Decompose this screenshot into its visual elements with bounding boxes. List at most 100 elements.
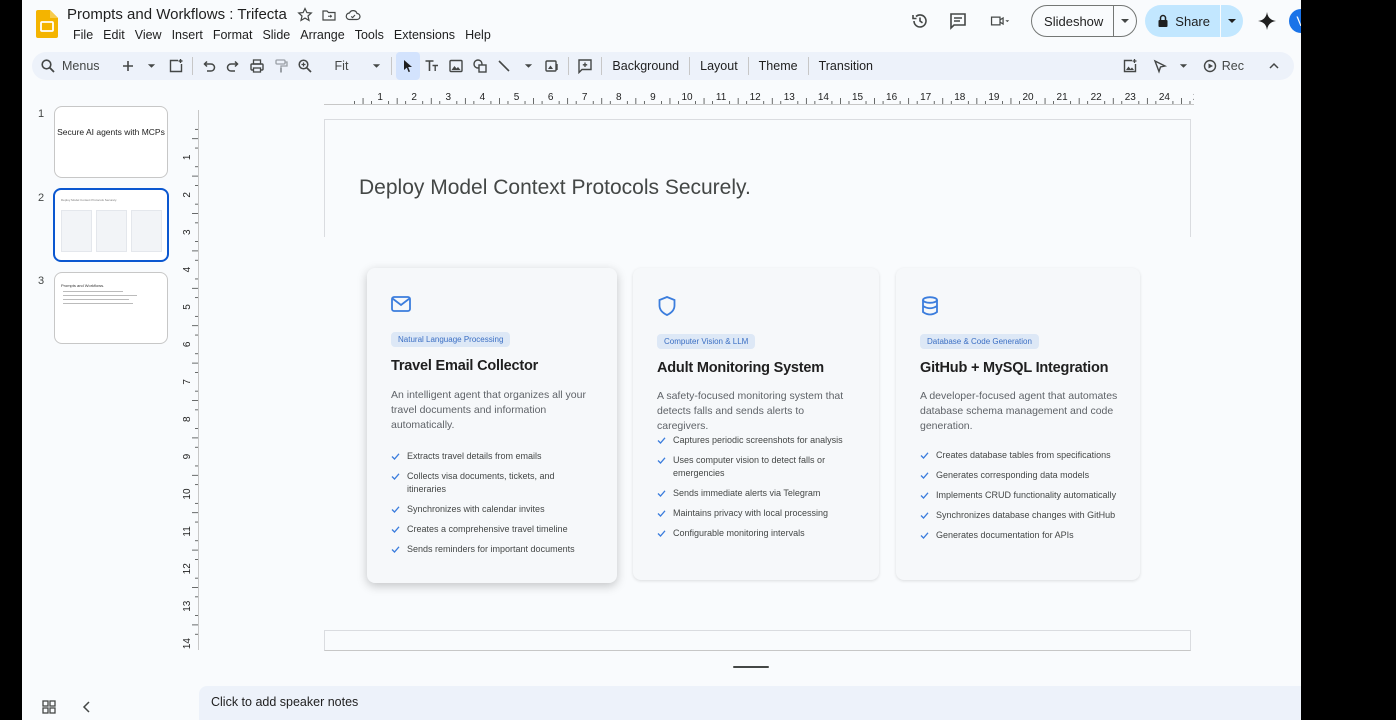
menu-extensions[interactable]: Extensions — [389, 26, 460, 44]
check-icon — [391, 453, 400, 460]
replace-image-button[interactable] — [540, 52, 564, 80]
pointer-dropdown[interactable] — [1172, 52, 1196, 80]
feature-card[interactable]: Computer Vision & LLM Adult Monitoring S… — [633, 268, 879, 580]
meet-button[interactable] — [977, 6, 1023, 36]
feature-card[interactable]: Database & Code Generation GitHub + MySQ… — [896, 268, 1140, 580]
undo-button[interactable] — [197, 52, 221, 80]
thumbnail-title: Deploy Model Context Protocols Securely. — [61, 198, 117, 202]
text-box-button[interactable] — [420, 52, 444, 80]
slides-logo-icon[interactable] — [36, 10, 58, 38]
vertical-ruler[interactable]: 1234567891011121314 — [182, 110, 199, 650]
check-icon — [391, 525, 400, 533]
slideshow-button[interactable]: Slideshow — [1031, 5, 1138, 37]
pointer-tool-button[interactable] — [1148, 52, 1172, 80]
check-icon — [657, 437, 666, 444]
import-slide-button[interactable] — [164, 52, 188, 80]
paint-format-button[interactable] — [269, 52, 293, 80]
feature-item: Generates documentation for APIs — [920, 529, 1125, 542]
menu-view[interactable]: View — [130, 26, 167, 44]
line-button[interactable] — [492, 52, 516, 80]
check-icon — [920, 492, 929, 499]
feature-item: Generates corresponding data models — [920, 469, 1125, 482]
menu-edit[interactable]: Edit — [98, 26, 130, 44]
ruler-number: 5 — [514, 92, 520, 103]
toolbar-divider — [601, 57, 603, 75]
menu-tools[interactable]: Tools — [350, 26, 389, 44]
history-icon — [912, 14, 927, 28]
menu-slide[interactable]: Slide — [257, 26, 295, 44]
slide-number: 1 — [38, 108, 45, 120]
select-tool-button[interactable] — [396, 52, 421, 80]
slide-thumbnail-2[interactable]: Deploy Model Context Protocols Securely. — [53, 188, 169, 262]
record-button[interactable]: Rec — [1196, 52, 1250, 80]
slide-thumbnail-3[interactable]: Prompts and Workflows. — [54, 272, 168, 344]
ruler-number: 4 — [480, 92, 486, 103]
horizontal-ruler[interactable]: 1234567891011121314151617181920212223242… — [324, 88, 1194, 105]
line-dropdown[interactable] — [516, 52, 540, 80]
insert-slide-image-button[interactable] — [1118, 52, 1142, 80]
move-folder-icon[interactable] — [321, 7, 337, 23]
feature-item: Creates a comprehensive travel timeline — [391, 523, 596, 536]
menu-arrange[interactable]: Arrange — [295, 26, 349, 44]
redo-button[interactable] — [221, 52, 245, 80]
slideshow-label[interactable]: Slideshow — [1032, 6, 1115, 36]
chevron-left-icon[interactable] — [80, 700, 94, 714]
ruler-number: 1 — [377, 92, 383, 103]
new-slide-button[interactable] — [116, 52, 140, 80]
toolbar-divider — [191, 57, 193, 75]
speaker-notes[interactable]: Click to add speaker notes — [199, 686, 1301, 720]
feature-card[interactable]: Natural Language Processing Travel Email… — [367, 268, 617, 583]
check-icon — [920, 472, 929, 479]
feature-item: Implements CRUD functionality automatica… — [920, 489, 1125, 502]
add-comment-button[interactable] — [573, 52, 597, 80]
avatar[interactable]: V — [1289, 9, 1301, 33]
background-button[interactable]: Background — [606, 52, 685, 80]
thumbnail-title: Prompts and Workflows. — [61, 283, 105, 288]
ruler-number: 15 — [852, 92, 864, 103]
version-history-button[interactable] — [901, 6, 939, 36]
search-menus-button[interactable]: Menus — [32, 52, 108, 80]
grid-view-icon[interactable] — [42, 700, 56, 714]
feature-list: Extracts travel details from emails Coll… — [391, 450, 596, 563]
record-icon — [1203, 59, 1216, 73]
ruler-number: 1 — [182, 154, 193, 160]
ruler-number: 13 — [784, 92, 796, 103]
zoom-select[interactable]: Fit — [293, 52, 388, 80]
ruler-number: 6 — [182, 341, 193, 347]
feature-text: Extracts travel details from emails — [407, 451, 542, 461]
slide-thumbnail-1[interactable]: Secure AI agents with MCPs — [54, 106, 168, 178]
slide-title[interactable]: Deploy Model Context Protocols Securely. — [359, 176, 751, 200]
ruler-number: 8 — [182, 416, 193, 422]
doc-title[interactable]: Prompts and Workflows : Trifecta — [67, 6, 287, 23]
gemini-button[interactable] — [1249, 6, 1285, 36]
line-icon — [498, 60, 510, 72]
menu-help[interactable]: Help — [460, 26, 496, 44]
chevron-up-icon — [1269, 62, 1279, 69]
slide-footer-placeholder[interactable] — [324, 630, 1191, 651]
insert-image-button[interactable] — [444, 52, 468, 80]
image-icon — [449, 59, 464, 73]
share-main[interactable]: Share — [1145, 5, 1221, 37]
transition-button[interactable]: Transition — [813, 52, 879, 80]
new-slide-dropdown[interactable] — [140, 52, 164, 80]
theme-button[interactable]: Theme — [753, 52, 804, 80]
menu-format[interactable]: Format — [208, 26, 258, 44]
share-dropdown[interactable] — [1221, 18, 1243, 24]
slideshow-dropdown[interactable] — [1114, 18, 1136, 24]
menu-insert[interactable]: Insert — [167, 26, 208, 44]
comments-button[interactable] — [939, 6, 977, 36]
slide-canvas[interactable]: Deploy Model Context Protocols Securely.… — [324, 118, 1191, 651]
caret-down-icon — [1228, 19, 1236, 23]
star-icon[interactable] — [297, 6, 313, 23]
print-button[interactable] — [245, 52, 269, 80]
ruler-number: 4 — [182, 266, 193, 272]
cloud-saved-icon[interactable] — [345, 7, 361, 23]
notes-resize-handle[interactable] — [733, 666, 769, 668]
menu-file[interactable]: File — [68, 26, 98, 44]
ruler-number: 9 — [650, 92, 656, 103]
check-icon — [920, 452, 929, 459]
share-button[interactable]: Share — [1145, 5, 1243, 37]
shape-button[interactable] — [468, 52, 492, 80]
layout-button[interactable]: Layout — [694, 52, 744, 80]
hide-menus-button[interactable] — [1262, 52, 1286, 80]
